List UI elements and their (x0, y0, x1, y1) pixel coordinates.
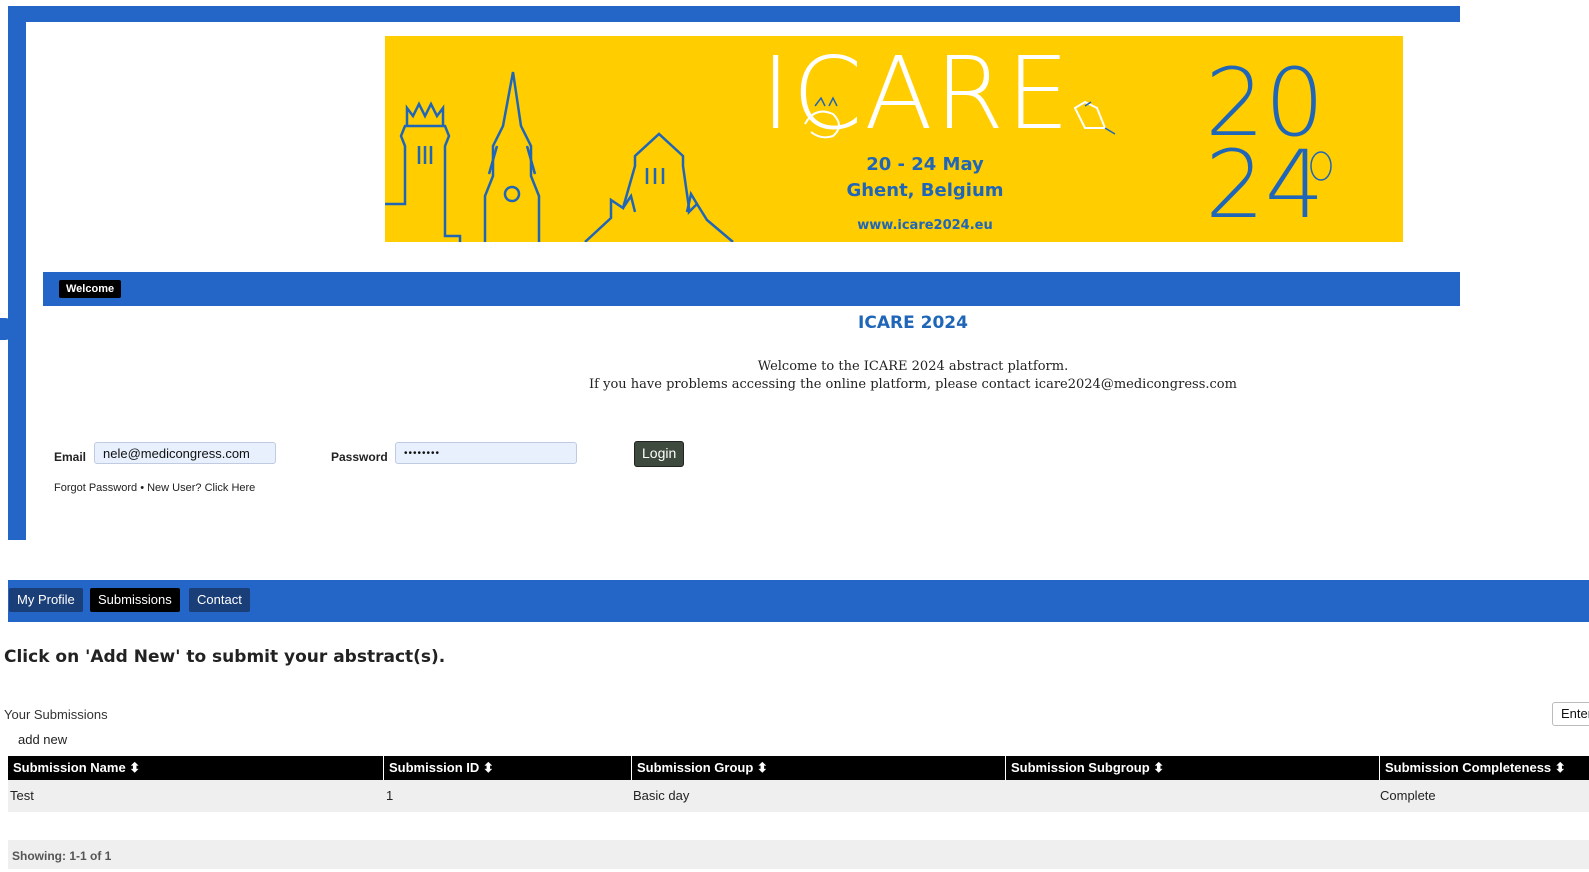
tab-welcome[interactable]: Welcome (59, 280, 122, 298)
page-title: ICARE 2024 (858, 313, 968, 333)
add-new-link[interactable]: add new (18, 732, 67, 747)
column-header-name[interactable]: Submission Name ⬍ (8, 756, 384, 780)
tab-my-profile[interactable]: My Profile (9, 588, 83, 612)
frame-left-bar (8, 6, 26, 540)
cell-group: Basic day (633, 788, 690, 803)
column-header-completeness[interactable]: Submission Completeness ⬍ (1380, 756, 1589, 780)
column-header-group[interactable]: Submission Group ⬍ (632, 756, 1006, 780)
column-header-id[interactable]: Submission ID ⬍ (384, 756, 632, 780)
email-field[interactable]: nele@medicongress.com (94, 442, 276, 464)
cell-subgroup (1006, 780, 1008, 812)
table-header: Submission Name ⬍ Submission ID ⬍ Submis… (8, 756, 1589, 780)
login-button[interactable]: Login (634, 441, 685, 467)
login-form: Email nele@medicongress.com Password •••… (54, 441, 754, 472)
cell-id: 1 (386, 788, 394, 803)
email-label: Email (54, 450, 87, 464)
banner-dates: 20 - 24 May (866, 154, 984, 175)
welcome-line-2: If you have problems accessing the onlin… (589, 377, 1237, 392)
frame-top-bar (8, 6, 1460, 22)
cell-name: Test (10, 788, 34, 803)
column-header-subgroup[interactable]: Submission Subgroup ⬍ (1006, 756, 1380, 780)
banner-title: ICARE (761, 36, 1072, 152)
tab-submissions[interactable]: Submissions (90, 588, 180, 612)
password-label: Password (331, 450, 388, 464)
cell-completeness: Complete (1380, 788, 1436, 803)
welcome-message: Welcome to the ICARE 2024 abstract platf… (43, 358, 1589, 394)
banner-year-bottom: 24 (1205, 131, 1325, 240)
banner-place: Ghent, Belgium (846, 180, 1004, 201)
banner-url: www.icare2024.eu (857, 218, 993, 233)
password-field[interactable]: •••••••• (395, 442, 577, 464)
submissions-heading: Click on 'Add New' to submit your abstra… (4, 647, 446, 667)
tab-contact[interactable]: Contact (189, 588, 250, 612)
table-row[interactable]: Test 1 Basic day Complete (8, 780, 1589, 812)
search-input[interactable]: Enter (1552, 702, 1589, 726)
forgot-password-link[interactable]: Forgot Password • New User? Click Here (54, 482, 255, 494)
top-nav-bar: Welcome (43, 272, 1460, 306)
your-submissions-label: Your Submissions (4, 707, 108, 722)
main-nav-bar: My Profile Submissions Contact (8, 580, 1589, 622)
welcome-line-1: Welcome to the ICARE 2024 abstract platf… (757, 359, 1069, 374)
conference-banner: ICARE 20 - 24 May Ghent, Belgium www.ica… (385, 36, 1403, 242)
